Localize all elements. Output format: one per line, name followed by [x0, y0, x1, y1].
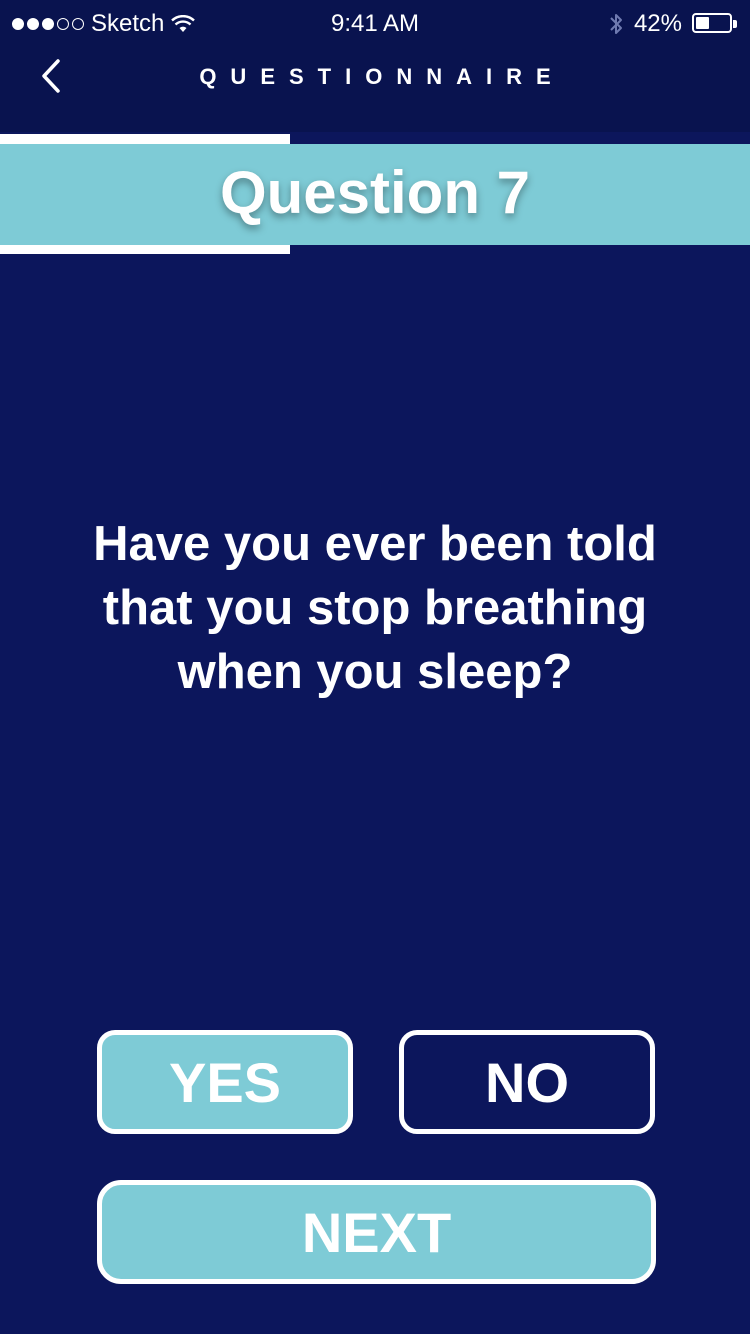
battery-percentage: 42% — [633, 10, 682, 37]
banner-accent-line-bottom — [0, 245, 290, 254]
next-button[interactable]: NEXT — [97, 1180, 656, 1284]
page-title: QUESTIONNAIRE — [199, 64, 565, 89]
no-button[interactable]: NO — [399, 1030, 655, 1134]
battery-fill — [696, 17, 709, 29]
battery-tip — [733, 20, 737, 28]
yes-button[interactable]: YES — [97, 1030, 353, 1134]
question-text: Have you ever been told that you stop br… — [93, 517, 657, 699]
status-bar: Sketch 9:41 AM 42% — [0, 0, 750, 48]
status-right: 42% — [608, 10, 738, 38]
bluetooth-icon — [610, 14, 622, 34]
banner-accent-line-top — [0, 134, 290, 144]
question-number: Question 7 — [219, 159, 531, 226]
battery-icon — [692, 13, 738, 35]
